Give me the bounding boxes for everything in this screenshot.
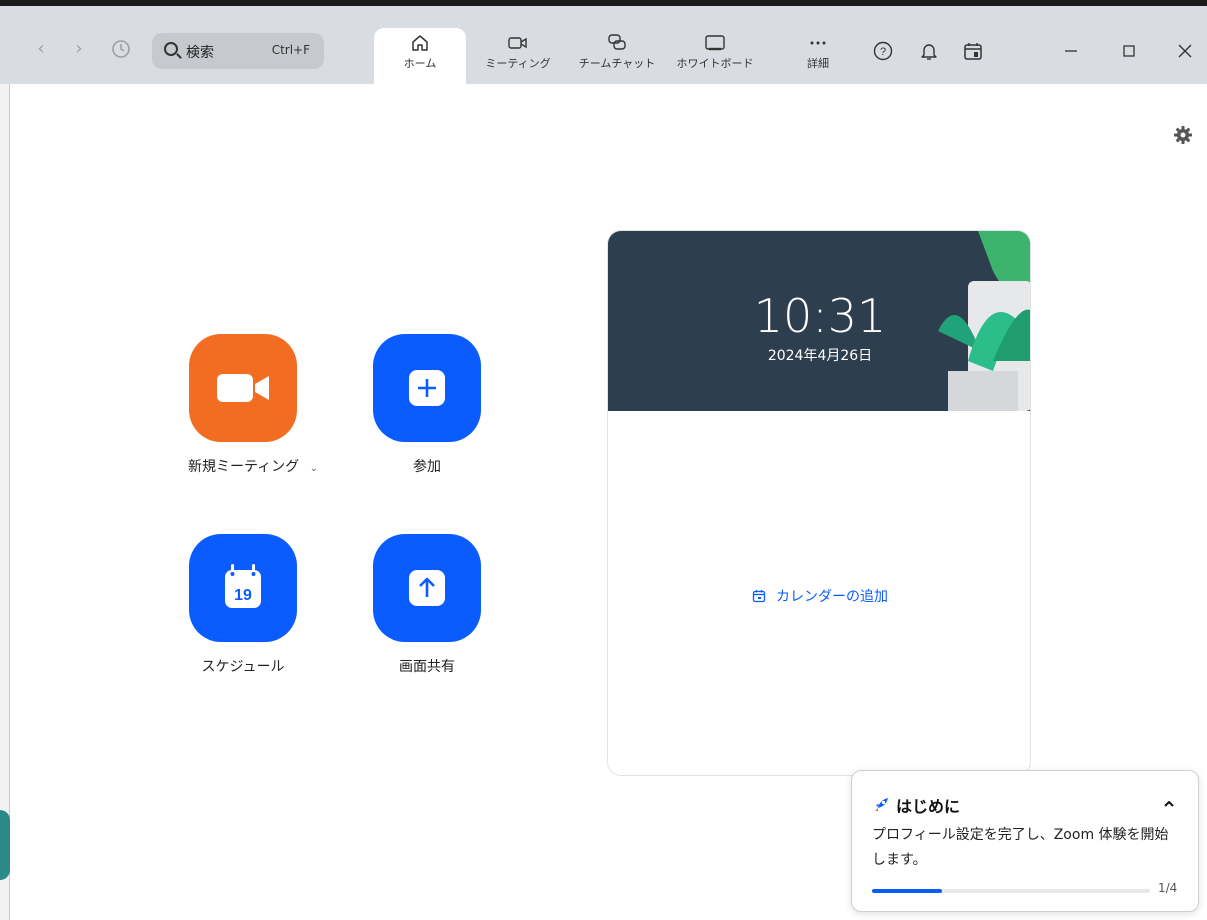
calendar-icon: 19 [225,564,261,608]
tab-home[interactable]: ホーム [374,28,466,90]
clock-time: 10:31 [753,289,887,343]
tab-more[interactable]: 詳細 [786,28,850,90]
search-placeholder: 検索 [186,45,214,61]
background-window-edge [0,84,10,920]
title-bar: ‹ › 検索 Ctrl+F ホーム ミーティング チームチャット ホワイトボード… [0,0,1207,90]
share-screen-button[interactable] [373,534,481,642]
calendar-icon[interactable] [962,40,984,62]
getting-started-panel: はじめに プロフィール設定を完了し、Zoom 体験を開始します。 1/4 [851,770,1199,912]
tab-more-label: 詳細 [807,57,829,70]
tab-meetings-label: ミーティング [485,57,551,70]
settings-gear-icon[interactable] [1172,124,1194,146]
upload-arrow-icon [409,570,445,606]
search-shortcut: Ctrl+F [271,43,310,57]
add-calendar-label: カレンダーの追加 [776,589,888,605]
tab-whiteboard[interactable]: ホワイトボード [672,28,758,90]
getting-started-body: プロフィール設定を完了し、Zoom 体験を開始します。 [872,827,1169,868]
schedule-label: スケジュール [201,659,285,675]
new-meeting-action[interactable]: 新規ミーティング ⌄ [188,334,318,476]
new-meeting-label: 新規ミーティング ⌄ [188,456,318,476]
forward-icon[interactable]: › [68,38,90,60]
chevron-down-icon[interactable]: ⌄ [310,463,318,474]
back-icon[interactable]: ‹ [30,38,52,60]
search-input[interactable]: 検索 Ctrl+F [152,33,324,69]
bell-icon[interactable] [918,40,940,62]
calendar-icon [752,590,766,603]
chat-bubbles-icon [608,34,626,50]
calendar-card: 10:31 2024年4月26日 カレンダーの追加 [607,230,1031,776]
schedule-button[interactable]: 19 [189,534,297,642]
onboarding-progress-fill [872,889,942,893]
new-meeting-text: 新規ミーティング [188,459,300,475]
zoom-window: ‹ › 検索 Ctrl+F ホーム ミーティング チームチャット ホワイトボード… [0,0,1207,920]
schedule-action[interactable]: 19 スケジュール [188,534,298,676]
home-icon [412,35,428,51]
svg-text:?: ? [880,46,886,58]
onboarding-step-count: 1/4 [1158,881,1178,895]
search-icon [164,42,178,56]
tab-whiteboard-label: ホワイトボード [676,57,754,70]
clock-date: 2024年4月26日 [767,348,873,364]
join-action[interactable]: 参加 [372,334,482,476]
rocket-icon [875,798,888,811]
more-dots-icon [810,41,826,45]
history-icon[interactable] [110,38,132,60]
onboarding-progress-bar [872,889,1150,893]
share-screen-label: 画面共有 [399,659,455,675]
new-meeting-button[interactable] [189,334,297,442]
getting-started-title-text: はじめに [896,797,961,816]
help-icon[interactable]: ? [872,40,894,62]
background-window-fragment [0,810,10,880]
tab-team-chat-label: チームチャット [578,57,656,70]
tab-home-label: ホーム [403,57,437,70]
tab-meetings[interactable]: ミーティング [478,28,558,90]
tab-team-chat[interactable]: チームチャット [574,28,660,90]
clock-banner: 10:31 2024年4月26日 [608,231,1030,411]
maximize-icon[interactable] [1118,40,1140,62]
chevron-up-icon[interactable] [1162,797,1176,811]
whiteboard-icon [705,35,725,51]
calendar-day-number: 19 [234,587,252,604]
video-camera-icon [217,374,269,402]
getting-started-title: はじめに [872,793,960,817]
join-label: 参加 [413,459,441,475]
share-screen-action[interactable]: 画面共有 [372,534,482,676]
video-camera-icon [508,37,527,49]
plus-icon [409,370,445,406]
join-button[interactable] [373,334,481,442]
add-calendar-link[interactable]: カレンダーの追加 [608,586,1030,606]
minimize-icon[interactable] [1060,40,1082,62]
close-icon[interactable] [1174,40,1196,62]
